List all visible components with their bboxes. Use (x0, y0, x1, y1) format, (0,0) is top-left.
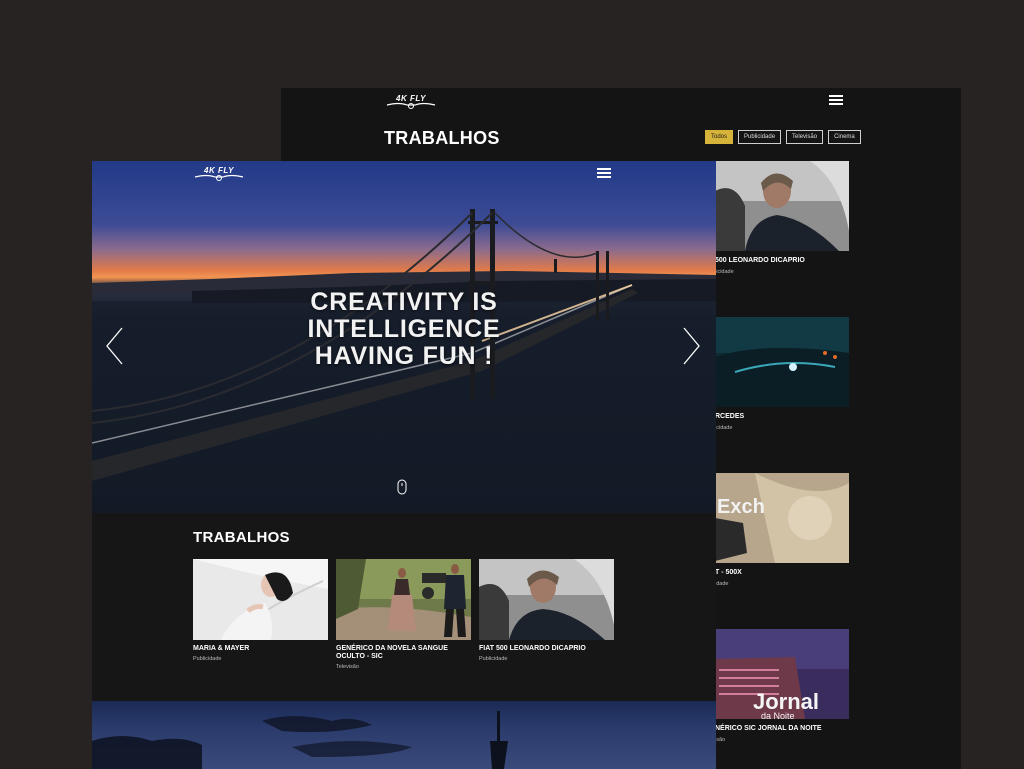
hero-headline-line: HAVING FUN ! (314, 342, 494, 370)
section-title: TRABALHOS (193, 529, 290, 546)
work-card[interactable]: GENÉRICO DA NOVELA SANGUE OCULTO - SIC T… (336, 559, 471, 670)
hero-headline: CREATIVITY IS INTELLIGENCE HAVING FUN ! (92, 289, 716, 370)
work-card[interactable]: FIAT 500 LEONARDO DICAPRIO Publicidade (479, 559, 614, 662)
work-card[interactable]: RCEDES icidade (715, 317, 849, 431)
next-slide-icon[interactable] (682, 326, 702, 366)
work-title[interactable]: FIAT 500 LEONARDO DICAPRIO (479, 645, 614, 653)
work-category: Televisão (336, 664, 359, 670)
hero-headline-line: INTELLIGENCE (307, 315, 501, 343)
prev-slide-icon[interactable] (104, 326, 124, 366)
scroll-down-icon[interactable] (397, 479, 407, 495)
work-title[interactable]: NÉRICO SIC JORNAL DA NOITE (715, 725, 822, 732)
work-thumbnail[interactable] (715, 317, 849, 407)
work-title[interactable]: MARIA & MAYER (193, 645, 328, 653)
work-category: isão (715, 737, 726, 743)
work-card[interactable]: 500 LEONARDO DICAPRIO licidade (715, 161, 849, 275)
work-title[interactable]: RCEDES (715, 413, 744, 420)
work-category: idade (715, 581, 729, 587)
drone-icon (194, 174, 244, 181)
logo[interactable]: 4K FLY (385, 94, 437, 112)
work-thumbnail[interactable]: Exch (715, 473, 849, 563)
work-thumbnail[interactable] (479, 559, 614, 640)
work-thumbnail[interactable] (336, 559, 471, 640)
filter-todos[interactable]: Todos (705, 130, 734, 144)
work-title[interactable]: GENÉRICO DA NOVELA SANGUE OCULTO - SIC (336, 645, 471, 661)
filter-televisao[interactable]: Televisão (786, 130, 824, 144)
work-category: licidade (715, 269, 734, 275)
work-thumbnail[interactable] (715, 161, 849, 251)
work-title[interactable]: T - 500X (715, 569, 742, 576)
work-card[interactable]: Jornal da Noite NÉRICO SIC JORNAL DA NOI… (715, 629, 849, 743)
page-title: TRABALHOS (384, 128, 500, 148)
work-category: Publicidade (479, 656, 508, 662)
menu-icon[interactable] (597, 167, 611, 179)
work-category: icidade (715, 425, 733, 431)
logo[interactable]: 4K FLY (193, 166, 245, 184)
svg-text:Exch: Exch (717, 496, 765, 518)
hero-headline-line: CREATIVITY IS (310, 288, 498, 316)
filter-publicidade[interactable]: Publicidade (738, 130, 782, 144)
work-card[interactable]: Exch T - 500X idade (715, 473, 849, 587)
svg-text:da Noite: da Noite (761, 711, 795, 719)
secondary-hero-image (92, 701, 716, 769)
filter-bar: Todos Publicidade Televisão Cinema (705, 130, 861, 144)
menu-icon[interactable] (829, 94, 843, 106)
drone-icon (386, 102, 436, 109)
work-thumbnail[interactable]: Jornal da Noite (715, 629, 849, 719)
hero-slider: 4K FLY CREATIVITY IS INTELLIGENCE HAVING… (92, 161, 716, 513)
work-card[interactable]: MARIA & MAYER Publicidade (193, 559, 328, 662)
filter-cinema[interactable]: Cinema (828, 130, 861, 144)
work-thumbnail[interactable] (193, 559, 328, 640)
work-title[interactable]: 500 LEONARDO DICAPRIO (715, 257, 805, 264)
front-browser-window: 4K FLY CREATIVITY IS INTELLIGENCE HAVING… (92, 161, 716, 769)
work-category: Publicidade (193, 656, 222, 662)
